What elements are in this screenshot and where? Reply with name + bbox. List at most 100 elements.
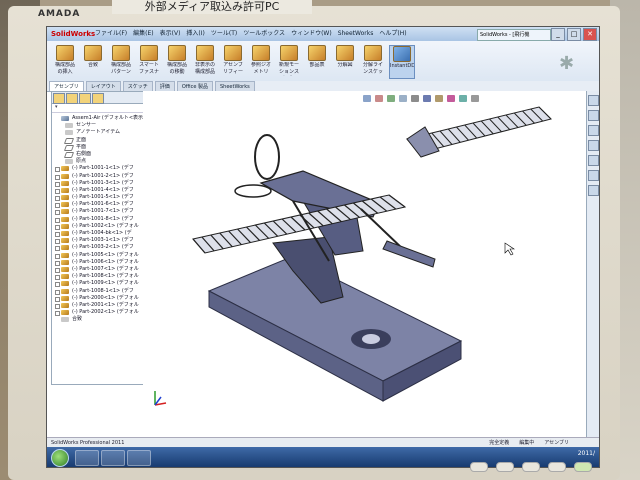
tree-item[interactable]: (-) Part-1008-1<1> (デフ: [54, 288, 144, 295]
tree-item[interactable]: 平面: [54, 144, 144, 151]
menu-item[interactable]: ツールボックス: [243, 27, 285, 41]
ribbon-button[interactable]: スマートファスナー: [137, 45, 161, 77]
tree-item[interactable]: (-) Part-1001-3<1> (デフ: [54, 180, 144, 187]
display-manager-tab-icon[interactable]: [92, 93, 104, 104]
taskbar-browser-icon[interactable]: [101, 450, 125, 466]
part-icon: [61, 209, 69, 215]
system-tray-clock[interactable]: 2011/: [578, 451, 595, 457]
feature-tree-filter[interactable]: ▾: [52, 104, 144, 113]
plane-icon: [63, 151, 75, 158]
tree-item-label: (-) Part-1001-2<1> (デフ: [72, 172, 134, 179]
tree-item[interactable]: (-) Part-1001-7<1> (デフ: [54, 208, 144, 216]
tree-item[interactable]: (-) Part-1005<1> (デフォル: [54, 252, 144, 259]
ribbon-button[interactable]: 分解ラインスケッチ: [361, 45, 385, 77]
ribbon-button[interactable]: 参照ジオメトリ: [249, 45, 273, 77]
insert-component-icon: [56, 45, 74, 61]
menu-item[interactable]: ウィンドウ(W): [291, 27, 332, 41]
ribbon-button[interactable]: アセンブリフィーチャー: [221, 45, 245, 77]
tree-item[interactable]: (-) Part-1001-4<1> (デフ: [54, 187, 144, 194]
tree-item[interactable]: (-) Part-1001-8<1> (デフ: [54, 216, 144, 223]
menu-item[interactable]: 挿入(I): [186, 27, 204, 41]
ribbon-button-label: 構成部品パターン: [110, 62, 131, 75]
hidden-component-icon: [196, 45, 214, 61]
monitor-power-button[interactable]: [574, 462, 592, 472]
feature-manager-tab-icon[interactable]: [53, 93, 65, 104]
tree-item[interactable]: (-) Part-1003-2<1> (デフ: [54, 244, 144, 252]
minimize-button[interactable]: _: [551, 28, 565, 41]
ribbon-button-label: 非表示の構成部品: [194, 62, 215, 75]
tree-item[interactable]: アノテートアイテム: [54, 129, 144, 136]
monitor-down-button[interactable]: [522, 462, 540, 472]
ribbon-button[interactable]: 非表示の構成部品: [193, 45, 217, 77]
view-palette-icon[interactable]: [588, 155, 599, 166]
ribbon-button[interactable]: 分解図: [333, 45, 357, 77]
menu-item[interactable]: 編集(E): [133, 27, 153, 41]
tree-item[interactable]: (-) Part-2000<1> (デフォル: [54, 295, 144, 302]
screen: SolidWorks ファイル(F) 編集(E) 表示(V) 挿入(I) ツール(T) ツ…: [46, 26, 600, 468]
command-tab[interactable]: 評価: [154, 81, 175, 91]
tree-item[interactable]: 右側面: [54, 151, 144, 158]
menu-item[interactable]: ヘルプ(H): [379, 27, 406, 41]
tree-item[interactable]: (-) Part-2001<1> (デフォル: [54, 302, 144, 309]
tree-item[interactable]: センサー: [54, 122, 144, 129]
tree-item[interactable]: 合致: [54, 316, 144, 323]
appearances-icon[interactable]: [588, 170, 599, 181]
airplane-model-3d[interactable]: [143, 91, 587, 437]
ribbon-button[interactable]: InstantDD: [389, 45, 415, 79]
part-icon: [61, 231, 69, 236]
ribbon-button[interactable]: 新規モーションスタディ: [277, 45, 301, 77]
tree-item[interactable]: (-) Part-1001-2<1> (デフ: [54, 173, 144, 180]
tree-root-assembly[interactable]: Assem1-Air (デフォルト<表示状態: [54, 115, 153, 122]
property-manager-tab-icon[interactable]: [66, 93, 78, 104]
part-icon: [61, 166, 69, 172]
tree-item[interactable]: (-) Part-1002<1> (デフォル: [54, 223, 144, 230]
part-icon: [61, 281, 69, 287]
ribbon-button[interactable]: 構成部品の挿入: [53, 45, 77, 77]
menu-item[interactable]: 表示(V): [160, 27, 181, 41]
tree-item-label: (-) Part-1008-1<1> (デフ: [72, 287, 134, 294]
ribbon-button[interactable]: 構成部品パターン: [109, 45, 133, 77]
configuration-manager-tab-icon[interactable]: [79, 93, 91, 104]
part-icon: [61, 195, 69, 201]
command-tab[interactable]: スケッチ: [122, 81, 153, 91]
graphics-area[interactable]: [143, 91, 587, 437]
model-ski: [382, 240, 436, 268]
taskbar-explorer-icon[interactable]: [75, 450, 99, 466]
menu-item[interactable]: SheetWorks: [338, 27, 374, 41]
close-button[interactable]: ✕: [583, 28, 597, 41]
ribbon-button[interactable]: 構成部品の移動: [165, 45, 189, 77]
tree-item[interactable]: 正面: [54, 137, 144, 144]
command-tab[interactable]: アセンブリ: [49, 81, 84, 91]
command-tab[interactable]: SheetWorks: [215, 81, 255, 91]
search-icon[interactable]: [588, 140, 599, 151]
command-tab[interactable]: Office 製品: [176, 81, 213, 91]
task-pane: [586, 91, 599, 437]
tree-item-label: (-) Part-1004-bk<1> (デ: [72, 230, 132, 236]
menu-item[interactable]: ツール(T): [211, 27, 237, 41]
part-icon: [61, 259, 69, 265]
ribbon-button[interactable]: 合致: [81, 45, 105, 77]
solidworks-logo[interactable]: SolidWorks: [51, 29, 95, 39]
tree-item[interactable]: (-) Part-1001-1<1> (デフ: [54, 165, 144, 173]
start-button[interactable]: [51, 449, 69, 467]
monitor-up-button[interactable]: [548, 462, 566, 472]
menu-item[interactable]: ファイル(F): [95, 27, 127, 41]
mate-icon: [84, 45, 102, 61]
monitor-input-button[interactable]: [470, 462, 488, 472]
maximize-button[interactable]: □: [567, 28, 581, 41]
taskbar-solidworks-icon[interactable]: [127, 450, 151, 466]
command-tab[interactable]: レイアウト: [85, 81, 121, 91]
custom-properties-icon[interactable]: [588, 185, 599, 196]
monitor-menu-button[interactable]: [496, 462, 514, 472]
assembly-feature-icon: [224, 45, 242, 61]
tree-item-label: (-) Part-1008<1> (デフォル: [72, 273, 139, 280]
part-icon: [61, 295, 69, 301]
file-explorer-icon[interactable]: [588, 125, 599, 136]
tree-item[interactable]: (-) Part-1009<1> (デフォル: [54, 280, 144, 288]
ribbon-button[interactable]: 部品表: [305, 45, 329, 77]
tree-item-label: 原点: [76, 158, 87, 165]
design-library-icon[interactable]: [588, 110, 599, 121]
tree-item[interactable]: (-) Part-1006<1> (デフォル: [54, 259, 144, 266]
tree-item[interactable]: (-) Part-2002<1> (デフォル: [54, 309, 144, 317]
resources-icon[interactable]: [588, 95, 599, 106]
